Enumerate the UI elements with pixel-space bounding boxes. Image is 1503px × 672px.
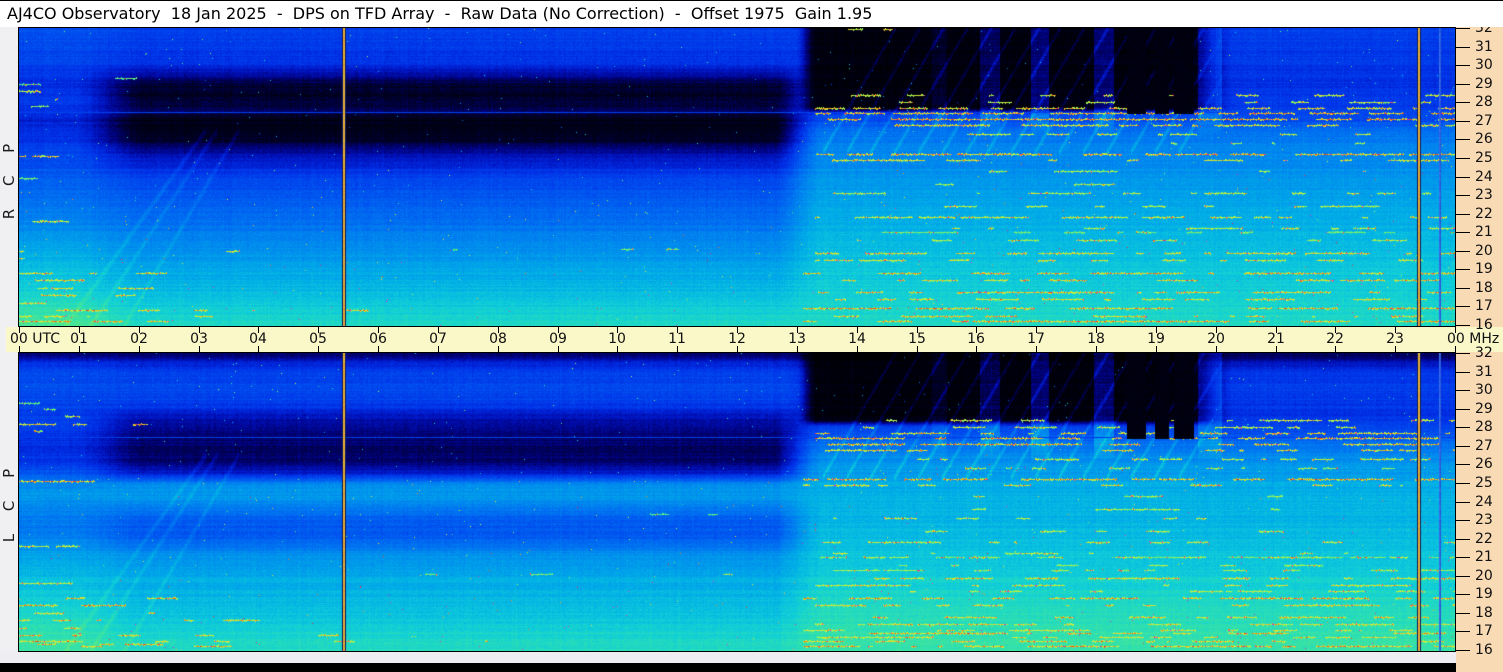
time-label: 22 [1326, 331, 1344, 347]
freq-label: 20 [1475, 568, 1493, 584]
freq-label: 16 [1475, 642, 1493, 658]
freq-label: 17 [1475, 623, 1493, 639]
freq-tick [1456, 353, 1470, 354]
freq-label: 31 [1475, 39, 1493, 55]
freq-tick [1456, 520, 1470, 521]
freq-label: 26 [1475, 131, 1493, 147]
time-label: 09 [549, 331, 567, 347]
lcp-plot-frame [18, 352, 1456, 652]
rcp-plot-frame [18, 27, 1456, 327]
time-label: 17 [1027, 331, 1045, 347]
time-label: 06 [369, 331, 387, 347]
freq-tick [1456, 232, 1470, 233]
freq-label: 22 [1475, 206, 1493, 222]
freq-tick [1456, 650, 1470, 651]
freq-label: 22 [1475, 531, 1493, 547]
freq-label: 24 [1475, 169, 1493, 185]
freq-label: 31 [1475, 364, 1493, 380]
time-label: 19 [1147, 331, 1165, 347]
time-label: 03 [190, 331, 208, 347]
freq-label: 25 [1475, 150, 1493, 166]
freq-tick [1456, 483, 1470, 484]
freq-tick [1456, 288, 1470, 289]
time-label: 05 [309, 331, 327, 347]
freq-tick [1456, 464, 1470, 465]
freq-tick [1456, 594, 1470, 595]
freq-label: 20 [1475, 243, 1493, 259]
freq-label: 29 [1475, 401, 1493, 417]
freq-label: 27 [1475, 438, 1493, 454]
freq-tick [1456, 84, 1470, 85]
time-label: 14 [848, 331, 866, 347]
freq-tick [1456, 214, 1470, 215]
time-label: 16 [967, 331, 985, 347]
time-label: 23 [1386, 331, 1404, 347]
footer-gap [0, 652, 1456, 663]
time-label: 20 [1207, 331, 1225, 347]
time-label: 01 [70, 331, 88, 347]
time-label: 18 [1087, 331, 1105, 347]
time-label: 15 [908, 331, 926, 347]
freq-label: 24 [1475, 494, 1493, 510]
freq-tick [1456, 306, 1470, 307]
time-label: 02 [130, 331, 148, 347]
freq-tick [1456, 269, 1470, 270]
freq-tick [1456, 177, 1470, 178]
freq-label: 21 [1475, 549, 1493, 565]
freq-label: 26 [1475, 456, 1493, 472]
freq-label: 16 [1475, 317, 1493, 333]
time-label: 04 [249, 331, 267, 347]
freq-label: 23 [1475, 187, 1493, 203]
freq-tick [1456, 502, 1470, 503]
freq-tick [1456, 539, 1470, 540]
time-label: 21 [1267, 331, 1285, 347]
freq-label: 19 [1475, 261, 1493, 277]
freq-tick [1456, 427, 1470, 428]
freq-label: 19 [1475, 586, 1493, 602]
freq-tick [1456, 195, 1470, 196]
freq-label: 17 [1475, 298, 1493, 314]
freq-tick [1456, 409, 1470, 410]
title-bar: AJ4CO Observatory 18 Jan 2025 - DPS on T… [0, 1, 1503, 27]
freq-tick [1456, 65, 1470, 66]
time-label: 08 [489, 331, 507, 347]
time-label-start: 00 UTC [10, 331, 61, 347]
freq-label: 18 [1475, 280, 1493, 296]
freq-label: 28 [1475, 419, 1493, 435]
freq-label: 18 [1475, 605, 1493, 621]
freq-tick [1456, 158, 1470, 159]
time-label: 12 [728, 331, 746, 347]
dps-screen: AJ4CO Observatory 18 Jan 2025 - DPS on T… [0, 0, 1503, 672]
time-label: 13 [788, 331, 806, 347]
freq-tick [1456, 121, 1470, 122]
freq-label: 29 [1475, 76, 1493, 92]
freq-label: 25 [1475, 475, 1493, 491]
freq-label: 28 [1475, 94, 1493, 110]
footer-bar [0, 663, 1456, 672]
freq-label: 30 [1475, 57, 1493, 73]
freq-tick [1456, 613, 1470, 614]
freq-label: 27 [1475, 113, 1493, 129]
freq-tick [1456, 102, 1470, 103]
freq-tick [1456, 325, 1470, 326]
freq-label: 23 [1475, 512, 1493, 528]
freq-tick [1456, 390, 1470, 391]
time-label: 10 [608, 331, 626, 347]
freq-tick [1456, 372, 1470, 373]
freq-label: 30 [1475, 382, 1493, 398]
freq-tick [1456, 28, 1470, 29]
time-label: 07 [429, 331, 447, 347]
rcp-polarization-label: R C P [0, 134, 18, 220]
freq-tick [1456, 446, 1470, 447]
freq-label: 32 [1475, 345, 1493, 361]
freq-tick [1456, 139, 1470, 140]
freq-tick [1456, 576, 1470, 577]
freq-tick [1456, 631, 1470, 632]
freq-tick [1456, 251, 1470, 252]
freq-label: 21 [1475, 224, 1493, 240]
time-label: 11 [668, 331, 686, 347]
lcp-polarization-label: L C P [0, 459, 18, 543]
freq-tick [1456, 557, 1470, 558]
freq-tick [1456, 47, 1470, 48]
